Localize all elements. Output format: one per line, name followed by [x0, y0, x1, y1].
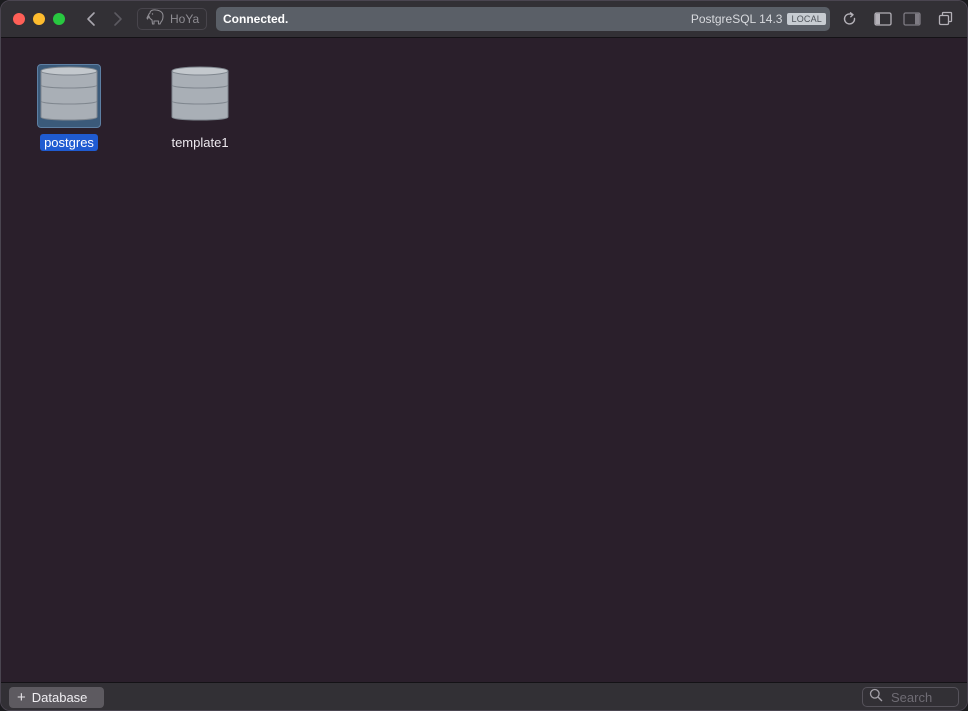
minimize-button[interactable] [33, 13, 45, 25]
database-item-template1[interactable]: template1 [155, 64, 245, 152]
chevron-right-icon[interactable] [109, 10, 125, 28]
refresh-icon[interactable] [841, 11, 859, 27]
add-database-button[interactable]: + Database [9, 687, 104, 708]
search-field[interactable] [862, 687, 963, 707]
bottom-bar: + Database [1, 682, 967, 710]
connection-button[interactable]: HoYa [137, 8, 207, 30]
database-name: postgres [40, 134, 98, 151]
search-input[interactable] [889, 688, 963, 706]
chevron-left-icon[interactable] [84, 10, 100, 28]
plus-icon: + [17, 689, 26, 706]
connection-status: Connected. [223, 12, 289, 26]
database-name: template1 [171, 135, 229, 150]
elephant-icon [146, 8, 166, 30]
left-sidebar-icon[interactable] [874, 11, 892, 27]
close-button[interactable] [13, 13, 25, 25]
app-window: HoYa Connected. PostgreSQL 14.3 LOCAL po… [0, 0, 968, 711]
database-item-postgres[interactable]: postgres [24, 64, 114, 152]
connection-name: HoYa [170, 12, 200, 26]
database-browser: postgres template1 [1, 38, 967, 682]
database-icon [39, 65, 99, 128]
search-icon [869, 688, 883, 707]
right-sidebar-icon[interactable] [903, 11, 921, 27]
database-icon-frame [37, 64, 101, 128]
database-icon-frame [168, 64, 232, 128]
title-bar: HoYa Connected. PostgreSQL 14.3 LOCAL [1, 1, 967, 38]
database-icon [170, 65, 230, 128]
windows-icon[interactable] [938, 11, 956, 27]
add-database-label: Database [31, 690, 88, 705]
zoom-button[interactable] [53, 13, 65, 25]
status-bar: Connected. PostgreSQL 14.3 LOCAL [216, 7, 830, 31]
server-version: PostgreSQL 14.3 [690, 12, 783, 26]
server-badge: LOCAL [787, 13, 826, 25]
